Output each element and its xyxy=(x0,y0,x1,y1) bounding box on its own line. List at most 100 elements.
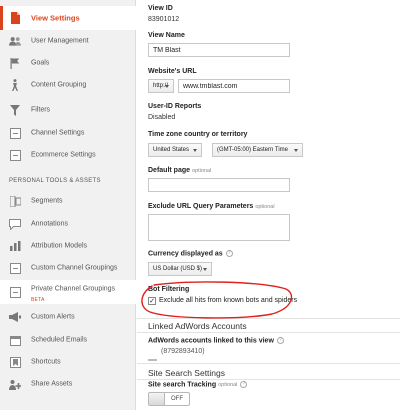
sidebar-item-goals[interactable]: Goals xyxy=(0,52,136,74)
sidebar-item-label: Private Channel Groupings xyxy=(31,285,116,293)
help-icon[interactable]: ? xyxy=(225,250,233,257)
help-icon[interactable]: ? xyxy=(276,337,284,344)
exclude-params-label-text: Exclude URL Query Parameters xyxy=(148,203,254,210)
view-settings-panel: View ID 83901012 View Name Website's URL… xyxy=(137,0,400,410)
sidebar-item-attribution-models[interactable]: Attribution Models xyxy=(0,235,136,257)
section-divider xyxy=(137,332,400,333)
personal-tools-header: PERSONAL TOOLS & ASSETS xyxy=(9,178,101,184)
sidebar-item-annotations[interactable]: Annotations xyxy=(0,213,136,235)
sidebar-item-label: Custom Alerts xyxy=(31,313,75,321)
sidebar-item-private-channel-groupings[interactable]: Private Channel Groupings BETA xyxy=(0,280,136,304)
bot-filtering-label: Bot Filtering xyxy=(148,286,190,293)
sidebar-item-custom-alerts[interactable]: Custom Alerts xyxy=(0,306,136,328)
userid-reports-value: Disabled xyxy=(148,114,176,121)
currency-select[interactable]: US Dollar (USD $) xyxy=(148,262,212,276)
site-search-tracking-label-text: Site search Tracking xyxy=(148,381,217,389)
cart-icon xyxy=(9,149,21,161)
sidebar-item-label: Ecommerce Settings xyxy=(31,151,96,159)
default-page-label: Default page optional xyxy=(148,167,211,174)
adwords-row-marker xyxy=(148,359,157,361)
megaphone-icon xyxy=(9,311,21,323)
sidebar-item-channel-settings[interactable]: Channel Settings xyxy=(0,122,136,144)
currency-value: US Dollar (USD $) xyxy=(153,266,203,272)
adwords-section-title: Linked AdWords Accounts xyxy=(148,321,247,331)
share-icon xyxy=(9,378,21,390)
grid-box-icon xyxy=(9,262,21,274)
toggle-knob xyxy=(149,393,165,405)
sidebar-item-filters[interactable]: Filters xyxy=(0,99,136,121)
timezone-country-select[interactable]: United States xyxy=(148,143,202,157)
default-page-label-text: Default page xyxy=(148,167,191,174)
sidebar-item-share-assets[interactable]: Share Assets xyxy=(0,373,136,395)
admin-sidebar: View Settings User Management Goals Cont… xyxy=(0,0,136,410)
sidebar-item-view-settings[interactable]: View Settings xyxy=(0,6,136,30)
chevron-down-icon xyxy=(203,268,207,271)
section-divider xyxy=(137,363,400,364)
section-divider xyxy=(137,318,400,319)
sidebar-item-label: Content Grouping xyxy=(31,81,87,89)
help-icon[interactable]: ? xyxy=(240,381,248,388)
sidebar-item-scheduled-emails[interactable]: Scheduled Emails xyxy=(0,329,136,351)
bot-filtering-checkbox-label: Exclude all hits from known bots and spi… xyxy=(159,297,298,304)
sidebar-item-label: View Settings xyxy=(31,13,80,23)
sidebar-item-label: Channel Settings xyxy=(31,129,85,137)
sidebar-item-custom-channel-groupings[interactable]: Custom Channel Groupings xyxy=(0,257,136,279)
view-id-value: 83901012 xyxy=(148,16,180,23)
chevron-down-icon xyxy=(294,149,298,152)
sidebar-item-label: Annotations xyxy=(31,220,68,228)
chevron-down-icon xyxy=(165,85,169,88)
sidebar-item-label: Share Assets xyxy=(31,380,73,388)
website-url-input[interactable] xyxy=(178,79,290,93)
sidebar-item-content-grouping[interactable]: Content Grouping xyxy=(0,74,136,96)
site-search-tracking-label: Site search Tracking optional? xyxy=(148,381,248,389)
adwords-account-id: (8792893410) xyxy=(161,348,205,355)
sidebar-item-shortcuts[interactable]: Shortcuts xyxy=(0,351,136,373)
funnel-icon xyxy=(9,104,21,116)
timezone-zone-select[interactable]: (GMT-05:00) Eastern Time xyxy=(212,143,303,157)
optional-tag: optional xyxy=(218,382,238,389)
userid-reports-label: User-ID Reports xyxy=(148,103,202,110)
segments-icon xyxy=(9,195,21,207)
sidebar-item-label: Segments xyxy=(31,197,63,205)
view-name-label: View Name xyxy=(148,32,185,39)
bot-filtering-checkbox[interactable]: ✓ xyxy=(148,297,156,305)
grid-box-icon xyxy=(9,127,21,139)
person-run-icon xyxy=(9,79,21,91)
flag-icon xyxy=(9,57,21,69)
toggle-state-label: OFF xyxy=(171,396,183,402)
site-search-section-title: Site Search Settings xyxy=(148,368,226,378)
adwords-linked-label: AdWords accounts linked to this view? xyxy=(148,337,284,344)
section-divider xyxy=(137,379,400,380)
calendar-icon xyxy=(9,334,21,346)
grid-box-icon xyxy=(9,286,21,298)
sidebar-item-label: Attribution Models xyxy=(31,242,88,250)
exclude-params-label: Exclude URL Query Parameters optional xyxy=(148,203,275,210)
beta-badge: BETA xyxy=(31,297,45,303)
view-name-input[interactable] xyxy=(148,43,290,57)
sidebar-item-label: Shortcuts xyxy=(31,358,61,366)
sidebar-item-ecommerce-settings[interactable]: Ecommerce Settings xyxy=(0,144,136,166)
adwords-linked-label-text: AdWords accounts linked to this view xyxy=(148,337,274,345)
chevron-down-icon xyxy=(193,149,197,152)
url-protocol-select[interactable]: http:// xyxy=(148,79,174,93)
default-page-input[interactable] xyxy=(148,178,290,192)
bar-chart-icon xyxy=(9,240,21,252)
bookmark-icon xyxy=(9,356,21,368)
website-url-label: Website's URL xyxy=(148,68,197,75)
timezone-zone-value: (GMT-05:00) Eastern Time xyxy=(217,147,289,153)
sidebar-item-label: Scheduled Emails xyxy=(31,336,88,344)
site-search-toggle[interactable]: OFF xyxy=(148,392,190,406)
sidebar-item-label: Filters xyxy=(31,106,51,114)
users-icon xyxy=(9,35,21,47)
sidebar-item-label: Custom Channel Groupings xyxy=(31,264,118,272)
sidebar-item-label: User Management xyxy=(31,37,89,45)
chat-bubble-icon xyxy=(9,218,21,230)
currency-label: Currency displayed as? xyxy=(148,250,233,257)
timezone-country-value: United States xyxy=(153,147,190,153)
exclude-params-textarea[interactable] xyxy=(148,214,290,241)
optional-tag: optional xyxy=(192,168,212,174)
document-icon xyxy=(9,12,21,24)
sidebar-item-segments[interactable]: Segments xyxy=(0,190,136,212)
optional-tag: optional xyxy=(255,204,275,210)
sidebar-item-user-management[interactable]: User Management xyxy=(0,30,136,52)
